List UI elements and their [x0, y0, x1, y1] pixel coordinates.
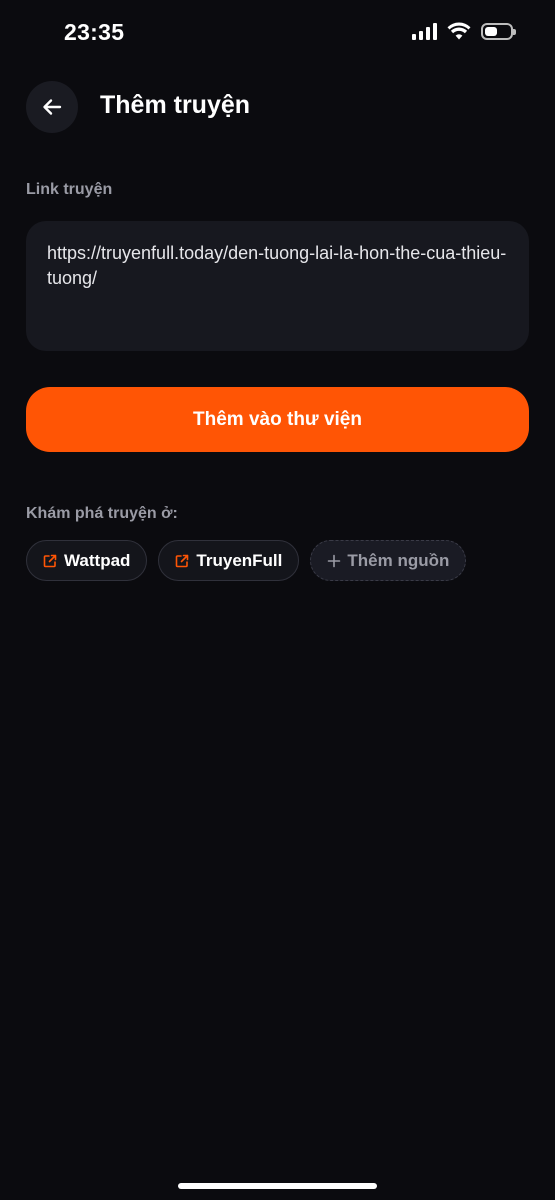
external-link-icon: [42, 553, 58, 569]
battery-level: [485, 26, 497, 36]
explore-label: Khám phá truyện ở:: [26, 505, 178, 522]
source-chip-label: TruyenFull: [196, 550, 283, 570]
source-chip-wattpad[interactable]: Wattpad: [26, 540, 148, 581]
add-source-chip[interactable]: Thêm nguồn: [310, 540, 467, 581]
status-icons: [412, 22, 516, 40]
source-chip-truyenfull[interactable]: TruyenFull: [158, 540, 300, 581]
add-source-label: Thêm nguồn: [347, 550, 450, 570]
plus-icon: [327, 554, 341, 568]
status-time: 23:35: [64, 19, 125, 45]
home-indicator[interactable]: [178, 1183, 377, 1189]
external-link-icon: [174, 553, 190, 569]
link-input[interactable]: https://truyenfull.today/den-tuong-lai-l…: [26, 221, 529, 351]
signal-icon: [412, 22, 437, 40]
wifi-icon: [447, 22, 471, 40]
source-chip-label: Wattpad: [64, 550, 131, 570]
page-title: Thêm truyện: [100, 91, 251, 119]
battery-icon: [481, 22, 516, 40]
status-bar: 23:35: [0, 0, 555, 64]
back-button[interactable]: [26, 81, 78, 133]
add-to-library-button[interactable]: Thêm vào thư viện: [26, 387, 529, 452]
link-field-label: Link truyện: [26, 181, 113, 198]
arrow-left-icon: [43, 99, 62, 115]
source-chips: Wattpad TruyenFull Thêm nguồn: [26, 540, 467, 581]
